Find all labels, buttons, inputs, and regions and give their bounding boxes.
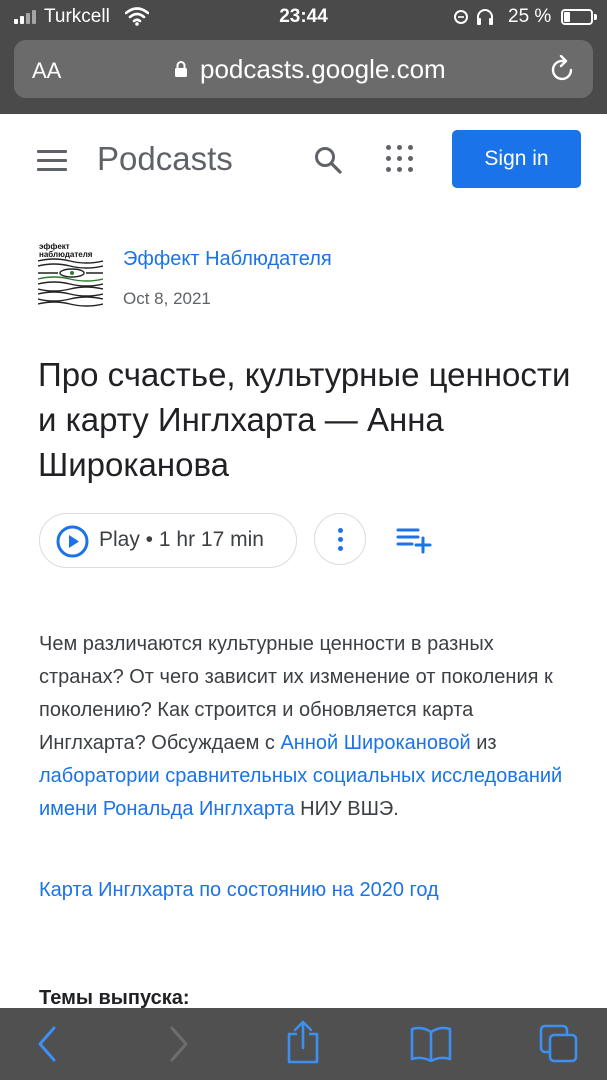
- app-header: Podcasts Sign in: [0, 114, 607, 206]
- status-bar: Turkcell 23:44 25 %: [0, 0, 607, 34]
- battery-percent: 25 %: [508, 6, 552, 27]
- brand-title[interactable]: Podcasts: [97, 140, 233, 178]
- address-bar[interactable]: AA podcasts.google.com: [14, 40, 593, 98]
- carrier-name: Turkcell: [44, 6, 110, 27]
- cover-artwork: [38, 258, 103, 307]
- text-size-button[interactable]: AA: [32, 58, 61, 84]
- description-text: НИУ ВШЭ.: [294, 798, 399, 820]
- more-options-button[interactable]: [314, 513, 366, 565]
- play-icon: [56, 525, 89, 558]
- guest-link[interactable]: Анной Широкановой: [280, 732, 470, 754]
- show-name-link[interactable]: Эффект Наблюдателя: [123, 248, 332, 271]
- description-text: из: [470, 732, 497, 754]
- url-text[interactable]: podcasts.google.com: [200, 54, 446, 85]
- episode-title: Про счастье, культурные ценности и карту…: [38, 356, 571, 483]
- browser-chrome: AA podcasts.google.com: [0, 34, 607, 114]
- sign-in-button[interactable]: Sign in: [452, 130, 581, 188]
- menu-icon[interactable]: [37, 150, 67, 172]
- headphones-icon: [477, 9, 493, 25]
- browser-toolbar: [0, 1008, 607, 1080]
- search-icon[interactable]: [313, 145, 343, 175]
- forward-icon[interactable]: [166, 1024, 190, 1064]
- episode-description: Чем различаются культурные ценности в ра…: [39, 628, 579, 826]
- share-icon[interactable]: [285, 1020, 321, 1064]
- orientation-lock-icon: [454, 10, 468, 24]
- episode-date: Oct 8, 2021: [123, 289, 211, 308]
- lock-icon: [175, 61, 187, 77]
- podcast-cover[interactable]: эффект наблюдателя: [38, 243, 103, 308]
- apps-icon[interactable]: [386, 145, 413, 172]
- back-icon[interactable]: [36, 1024, 60, 1064]
- wifi-icon: [125, 7, 149, 26]
- reload-icon[interactable]: [550, 55, 576, 83]
- bookmarks-icon[interactable]: [410, 1026, 452, 1062]
- play-label: Play • 1 hr 17 min: [99, 528, 264, 551]
- topics-heading: Темы выпуска:: [39, 987, 190, 1009]
- battery-icon: [561, 9, 597, 25]
- signal-icon: [14, 10, 40, 24]
- tabs-icon[interactable]: [539, 1024, 579, 1064]
- play-button[interactable]: Play • 1 hr 17 min: [39, 513, 297, 568]
- add-to-queue-icon[interactable]: [396, 526, 432, 554]
- map-link[interactable]: Карта Инглхарта по состоянию на 2020 год: [39, 874, 439, 907]
